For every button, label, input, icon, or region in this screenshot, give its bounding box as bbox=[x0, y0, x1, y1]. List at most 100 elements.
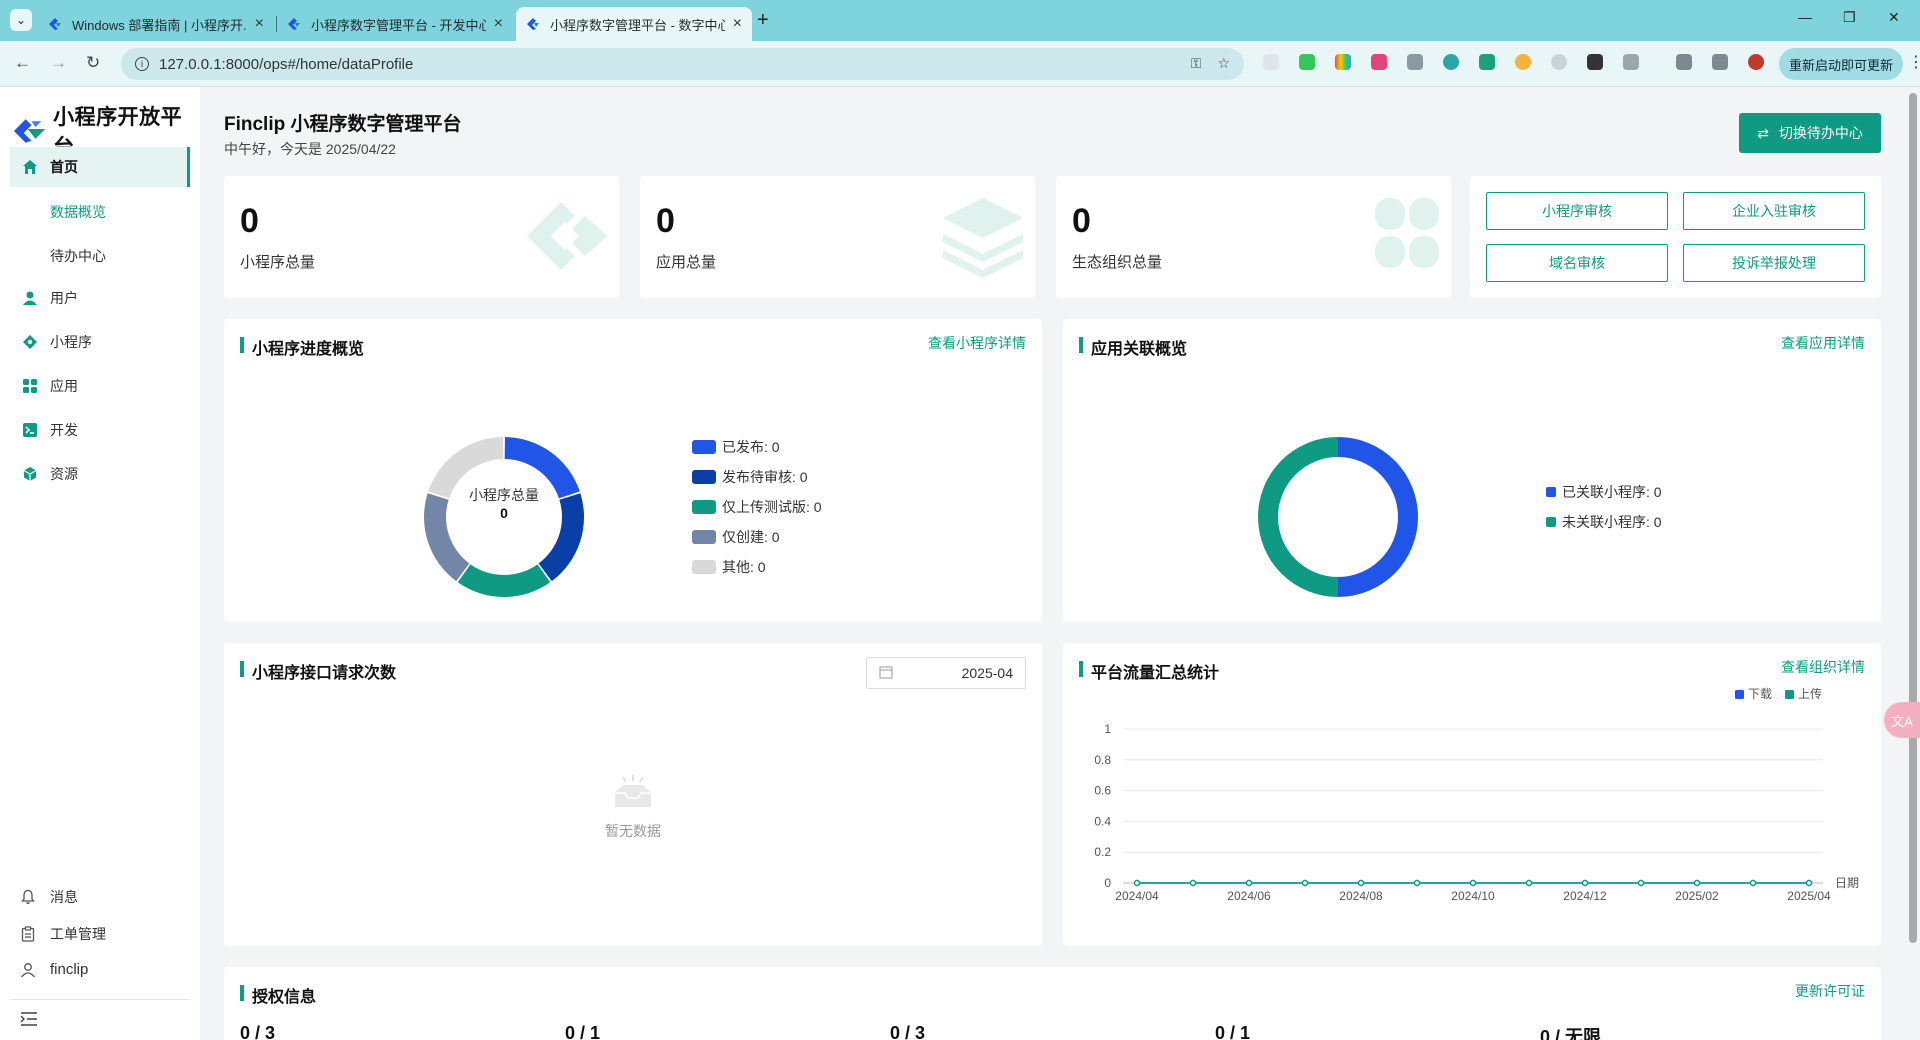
legend-item[interactable]: 其他: 0 bbox=[692, 557, 766, 577]
extension-1-icon[interactable] bbox=[1263, 54, 1279, 70]
x-tick-label: 2024/04 bbox=[1115, 889, 1159, 903]
browser-tab-2[interactable]: 小程序数字管理平台 - 开发中心... × bbox=[277, 7, 513, 41]
x-tick-label: 2025/04 bbox=[1787, 889, 1831, 903]
bell-icon bbox=[20, 889, 36, 905]
extensions-puzzle-icon[interactable] bbox=[1623, 54, 1639, 70]
empty-inbox-icon bbox=[615, 775, 651, 807]
minimize-icon[interactable]: — bbox=[1798, 9, 1812, 25]
eyedropper-icon[interactable] bbox=[1587, 54, 1603, 70]
extension-2-icon[interactable] bbox=[1299, 54, 1315, 70]
translate-extension-icon[interactable] bbox=[1371, 54, 1387, 70]
browser-tab-1[interactable]: Windows 部署指南 | 小程序开... × bbox=[38, 7, 274, 41]
enterprise-review-button[interactable]: 企业入驻审核 bbox=[1683, 192, 1865, 230]
sidebar-bottom-label: 工单管理 bbox=[50, 926, 106, 942]
profile-avatar-icon[interactable] bbox=[1748, 54, 1764, 70]
donut-slice[interactable] bbox=[1258, 437, 1338, 597]
legend-swatch bbox=[1546, 487, 1556, 497]
switch-todo-center-button[interactable]: ⇄ 切换待办中心 bbox=[1739, 113, 1881, 153]
tab-search-chevron-icon[interactable]: ⌄ bbox=[10, 9, 32, 31]
address-bar[interactable]: i 127.0.0.1:8000/ops#/home/dataProfile ⚿… bbox=[121, 48, 1244, 80]
tab-title: 小程序数字管理平台 - 数字中心... bbox=[550, 17, 725, 33]
donut-slice[interactable] bbox=[1338, 437, 1418, 597]
license-panel: 授权信息 更新许可证 0 / 3 0 / 1 0 / 3 0 / 1 0 / 无… bbox=[224, 967, 1881, 1040]
sidebar-user-account[interactable]: finclip bbox=[20, 961, 88, 978]
audit-shortcuts-card: 小程序审核 企业入驻审核 域名审核 投诉举报处理 bbox=[1470, 176, 1881, 298]
complaint-handling-button[interactable]: 投诉举报处理 bbox=[1683, 244, 1865, 282]
legend-label: 下载 bbox=[1748, 687, 1772, 701]
sidebar-item-user[interactable]: 用户 bbox=[10, 278, 190, 318]
donut-center-value: 0 bbox=[500, 505, 508, 521]
extension-6-icon[interactable] bbox=[1443, 54, 1459, 70]
data-point bbox=[1469, 879, 1477, 887]
legend-item[interactable]: 仅创建: 0 bbox=[692, 527, 780, 547]
address-url[interactable]: 127.0.0.1:8000/ops#/home/dataProfile bbox=[159, 56, 413, 73]
view-app-details-link[interactable]: 查看应用详情 bbox=[1781, 333, 1865, 353]
back-icon[interactable]: ← bbox=[14, 53, 31, 73]
legend-label: 已发布: 0 bbox=[722, 439, 780, 455]
legend-swatch bbox=[692, 560, 716, 574]
reload-icon[interactable]: ↻ bbox=[86, 53, 100, 73]
collapse-menu-icon[interactable] bbox=[20, 1011, 38, 1030]
y-tick-label: 0 bbox=[1104, 876, 1111, 890]
legend-item[interactable]: 发布待审核: 0 bbox=[692, 467, 808, 487]
legend-item[interactable]: 未关联小程序: 0 bbox=[1546, 512, 1662, 532]
legend-item[interactable]: 已发布: 0 bbox=[692, 437, 780, 457]
swap-icon: ⇄ bbox=[1757, 124, 1769, 141]
sidebar-messages[interactable]: 消息 bbox=[20, 887, 78, 907]
legend-item[interactable]: 仅上传测试版: 0 bbox=[692, 497, 822, 517]
legend-swatch bbox=[692, 440, 716, 454]
vue-devtools-icon[interactable] bbox=[1479, 54, 1495, 70]
legend-swatch bbox=[692, 500, 716, 514]
browser-menu-icon[interactable]: ⋮ bbox=[1908, 52, 1920, 72]
month-picker-value: 2025-04 bbox=[961, 665, 1013, 681]
sidebar-item-home[interactable]: 首页 bbox=[10, 147, 190, 187]
license-value: 0 / 1 bbox=[565, 1023, 601, 1040]
legend-swatch bbox=[1546, 517, 1556, 527]
sidebar-subitem-data-overview[interactable]: 数据概览 bbox=[50, 202, 106, 222]
y-tick-label: 0.6 bbox=[1094, 784, 1111, 798]
view-miniprogram-details-link[interactable]: 查看小程序详情 bbox=[928, 333, 1026, 353]
data-point bbox=[1189, 879, 1197, 887]
reading-list-icon[interactable] bbox=[1676, 54, 1692, 70]
forward-icon[interactable]: → bbox=[50, 53, 67, 73]
sidebar-item-label: 小程序 bbox=[50, 334, 92, 350]
donut-slice[interactable] bbox=[457, 564, 551, 597]
close-window-icon[interactable]: ✕ bbox=[1888, 9, 1900, 26]
association-donut-chart bbox=[1258, 437, 1418, 597]
view-organization-details-link[interactable]: 查看组织详情 bbox=[1781, 657, 1865, 677]
extension-3-icon[interactable] bbox=[1335, 54, 1351, 70]
browser-tab-3-active[interactable]: 小程序数字管理平台 - 数字中心... × bbox=[516, 7, 752, 41]
sidebar-item-apps[interactable]: 应用 bbox=[10, 366, 190, 406]
legend-item[interactable]: 已关联小程序: 0 bbox=[1546, 482, 1662, 502]
sidebar-item-miniprogram[interactable]: 小程序 bbox=[10, 322, 190, 362]
new-tab-icon[interactable]: + bbox=[757, 9, 769, 32]
sidebar: 小程序开放平台 首页 数据概览 待办中心 用户 小程序 应用 开发 资源 消息 … bbox=[0, 87, 200, 1040]
sidebar-item-develop[interactable]: 开发 bbox=[10, 410, 190, 450]
domain-review-button[interactable]: 域名审核 bbox=[1486, 244, 1668, 282]
miniprogram-review-button[interactable]: 小程序审核 bbox=[1486, 192, 1668, 230]
restore-icon[interactable]: ❐ bbox=[1843, 9, 1856, 26]
tab-close-icon[interactable]: × bbox=[733, 15, 742, 33]
tab-close-icon[interactable]: × bbox=[494, 15, 503, 33]
x-tick-label: 2024/08 bbox=[1339, 889, 1383, 903]
scrollbar-thumb[interactable] bbox=[1909, 93, 1917, 943]
relaunch-update-button[interactable]: 重新启动即可更新 bbox=[1779, 48, 1903, 80]
page-scrollbar[interactable] bbox=[1906, 87, 1920, 1040]
month-picker[interactable]: 2025-04 bbox=[866, 657, 1026, 689]
tab-close-icon[interactable]: × bbox=[255, 15, 264, 33]
download-icon[interactable] bbox=[1712, 54, 1728, 70]
page-title: Finclip 小程序数字管理平台 bbox=[224, 114, 462, 135]
password-key-icon[interactable]: ⚿ bbox=[1191, 55, 1202, 72]
floating-translate-icon[interactable]: 文A bbox=[1884, 702, 1920, 738]
chat-extension-icon[interactable] bbox=[1551, 54, 1567, 70]
bookmark-star-icon[interactable]: ☆ bbox=[1217, 55, 1230, 72]
site-info-icon[interactable]: i bbox=[135, 57, 149, 71]
sidebar-subitem-todo-center[interactable]: 待办中心 bbox=[50, 246, 106, 266]
camera-extension-icon[interactable] bbox=[1407, 54, 1423, 70]
sidebar-item-resource[interactable]: 资源 bbox=[10, 454, 190, 494]
legend-swatch bbox=[1785, 690, 1794, 699]
update-license-link[interactable]: 更新许可证 bbox=[1795, 981, 1865, 1001]
sidebar-ticket-management[interactable]: 工单管理 bbox=[20, 924, 106, 944]
extension-8-icon[interactable] bbox=[1515, 54, 1531, 70]
grid-deco-icon bbox=[1375, 198, 1439, 268]
